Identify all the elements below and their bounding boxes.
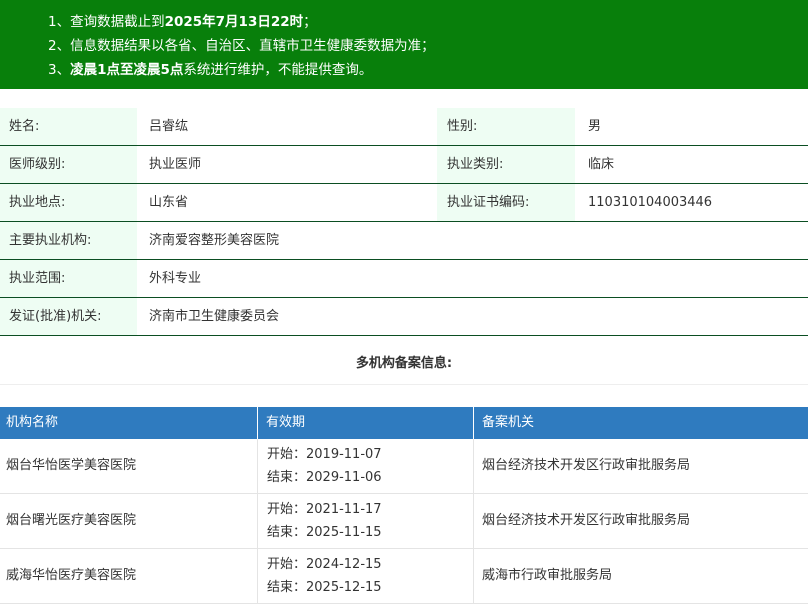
validity-cell: 开始：2019-11-07 结束：2029-11-06 xyxy=(258,439,474,493)
notice-text: 3、 xyxy=(48,62,71,78)
start-date: 开始：2021-11-17 xyxy=(267,502,382,517)
practice-type-value: 临床 xyxy=(588,157,615,172)
authority-cell: 威海市行政审批服务局 xyxy=(482,568,613,583)
notice-banner: 1、查询数据截止到2025年7月13日22时； 2、信息数据结果以各省、自治区、… xyxy=(0,0,808,89)
notice-line-2: 2、信息数据结果以各省、自治区、直辖市卫生健康委数据为准； xyxy=(48,38,435,54)
column-header-validity: 有效期 xyxy=(258,407,474,439)
authority-cell: 烟台经济技术开发区行政审批服务局 xyxy=(482,458,691,473)
info-row-org: 主要执业机构: 济南爱容整形美容医院 xyxy=(0,222,808,260)
org-name-cell: 烟台曙光医疗美容医院 xyxy=(0,494,258,548)
issuer-value: 济南市卫生健康委员会 xyxy=(149,309,280,324)
column-header-authority: 备案机关 xyxy=(482,415,535,430)
cert-number-value: 110310104003446 xyxy=(588,195,713,210)
end-date: 结束：2029-11-06 xyxy=(267,470,382,485)
issuer-label: 发证(批准)机关: xyxy=(0,298,137,335)
location-label: 执业地点: xyxy=(0,184,137,221)
info-row-issuer: 发证(批准)机关: 济南市卫生健康委员会 xyxy=(0,298,808,336)
notice-line-1: 1、查询数据截止到2025年7月13日22时； xyxy=(48,10,808,34)
name-value: 吕睿纮 xyxy=(149,119,189,134)
multi-org-title: 多机构备案信息: xyxy=(0,345,808,385)
main-org-value: 济南爱容整形美容医院 xyxy=(149,233,280,248)
start-date: 开始：2024-12-15 xyxy=(267,557,382,572)
cert-number-label: 执业证书编码: xyxy=(437,184,575,221)
notice-text: 系统进行维护，不能提供查询。 xyxy=(183,62,373,78)
org-name-cell: 烟台华怡医学美容医院 xyxy=(0,439,258,493)
scope-value: 外科专业 xyxy=(149,271,202,286)
table-header: 机构名称 有效期 备案机关 xyxy=(0,407,808,439)
notice-line-3: 3、凌晨1点至凌晨5点系统进行维护，不能提供查询。 xyxy=(48,58,808,82)
multi-org-table: 机构名称 有效期 备案机关 烟台华怡医学美容医院 开始：2019-11-07 结… xyxy=(0,407,808,604)
level-label: 医师级别: xyxy=(0,146,137,183)
info-row-scope: 执业范围: 外科专业 xyxy=(0,260,808,298)
authority-cell: 烟台经济技术开发区行政审批服务局 xyxy=(482,513,691,528)
org-name-cell: 威海华怡医疗美容医院 xyxy=(0,549,258,603)
notice-cutoff-time: 2025年7月13日22时 xyxy=(164,14,304,30)
gender-value: 男 xyxy=(588,119,602,134)
info-row-level: 医师级别: 执业医师 执业类别: 临床 xyxy=(0,146,808,184)
info-row-location: 执业地点: 山东省 执业证书编码: 110310104003446 xyxy=(0,184,808,222)
end-date: 结束：2025-12-15 xyxy=(267,580,382,595)
notice-text: ； xyxy=(303,14,317,30)
end-date: 结束：2025-11-15 xyxy=(267,525,382,540)
notice-text: 1、查询数据截止到 xyxy=(48,14,165,30)
level-value: 执业医师 xyxy=(149,157,202,172)
main-org-label: 主要执业机构: xyxy=(0,222,137,259)
table-row: 烟台曙光医疗美容医院 开始：2021-11-17 结束：2025-11-15 烟… xyxy=(0,494,808,549)
scope-label: 执业范围: xyxy=(0,260,137,297)
notice-maintenance-window: 凌晨1点至凌晨5点 xyxy=(70,62,184,78)
column-header-org: 机构名称 xyxy=(0,407,258,439)
info-row-name: 姓名: 吕睿纮 性别: 男 xyxy=(0,108,808,146)
validity-cell: 开始：2024-12-15 结束：2025-12-15 xyxy=(258,549,474,603)
validity-cell: 开始：2021-11-17 结束：2025-11-15 xyxy=(258,494,474,548)
location-value: 山东省 xyxy=(149,195,189,210)
gender-label: 性别: xyxy=(437,108,575,145)
practice-type-label: 执业类别: xyxy=(437,146,575,183)
start-date: 开始：2019-11-07 xyxy=(267,447,382,462)
doctor-info-table: 姓名: 吕睿纮 性别: 男 医师级别: 执业医师 执业类别: 临床 执业地点: … xyxy=(0,108,808,336)
table-row: 烟台华怡医学美容医院 开始：2019-11-07 结束：2029-11-06 烟… xyxy=(0,439,808,494)
name-label: 姓名: xyxy=(0,108,137,145)
table-row: 威海华怡医疗美容医院 开始：2024-12-15 结束：2025-12-15 威… xyxy=(0,549,808,604)
